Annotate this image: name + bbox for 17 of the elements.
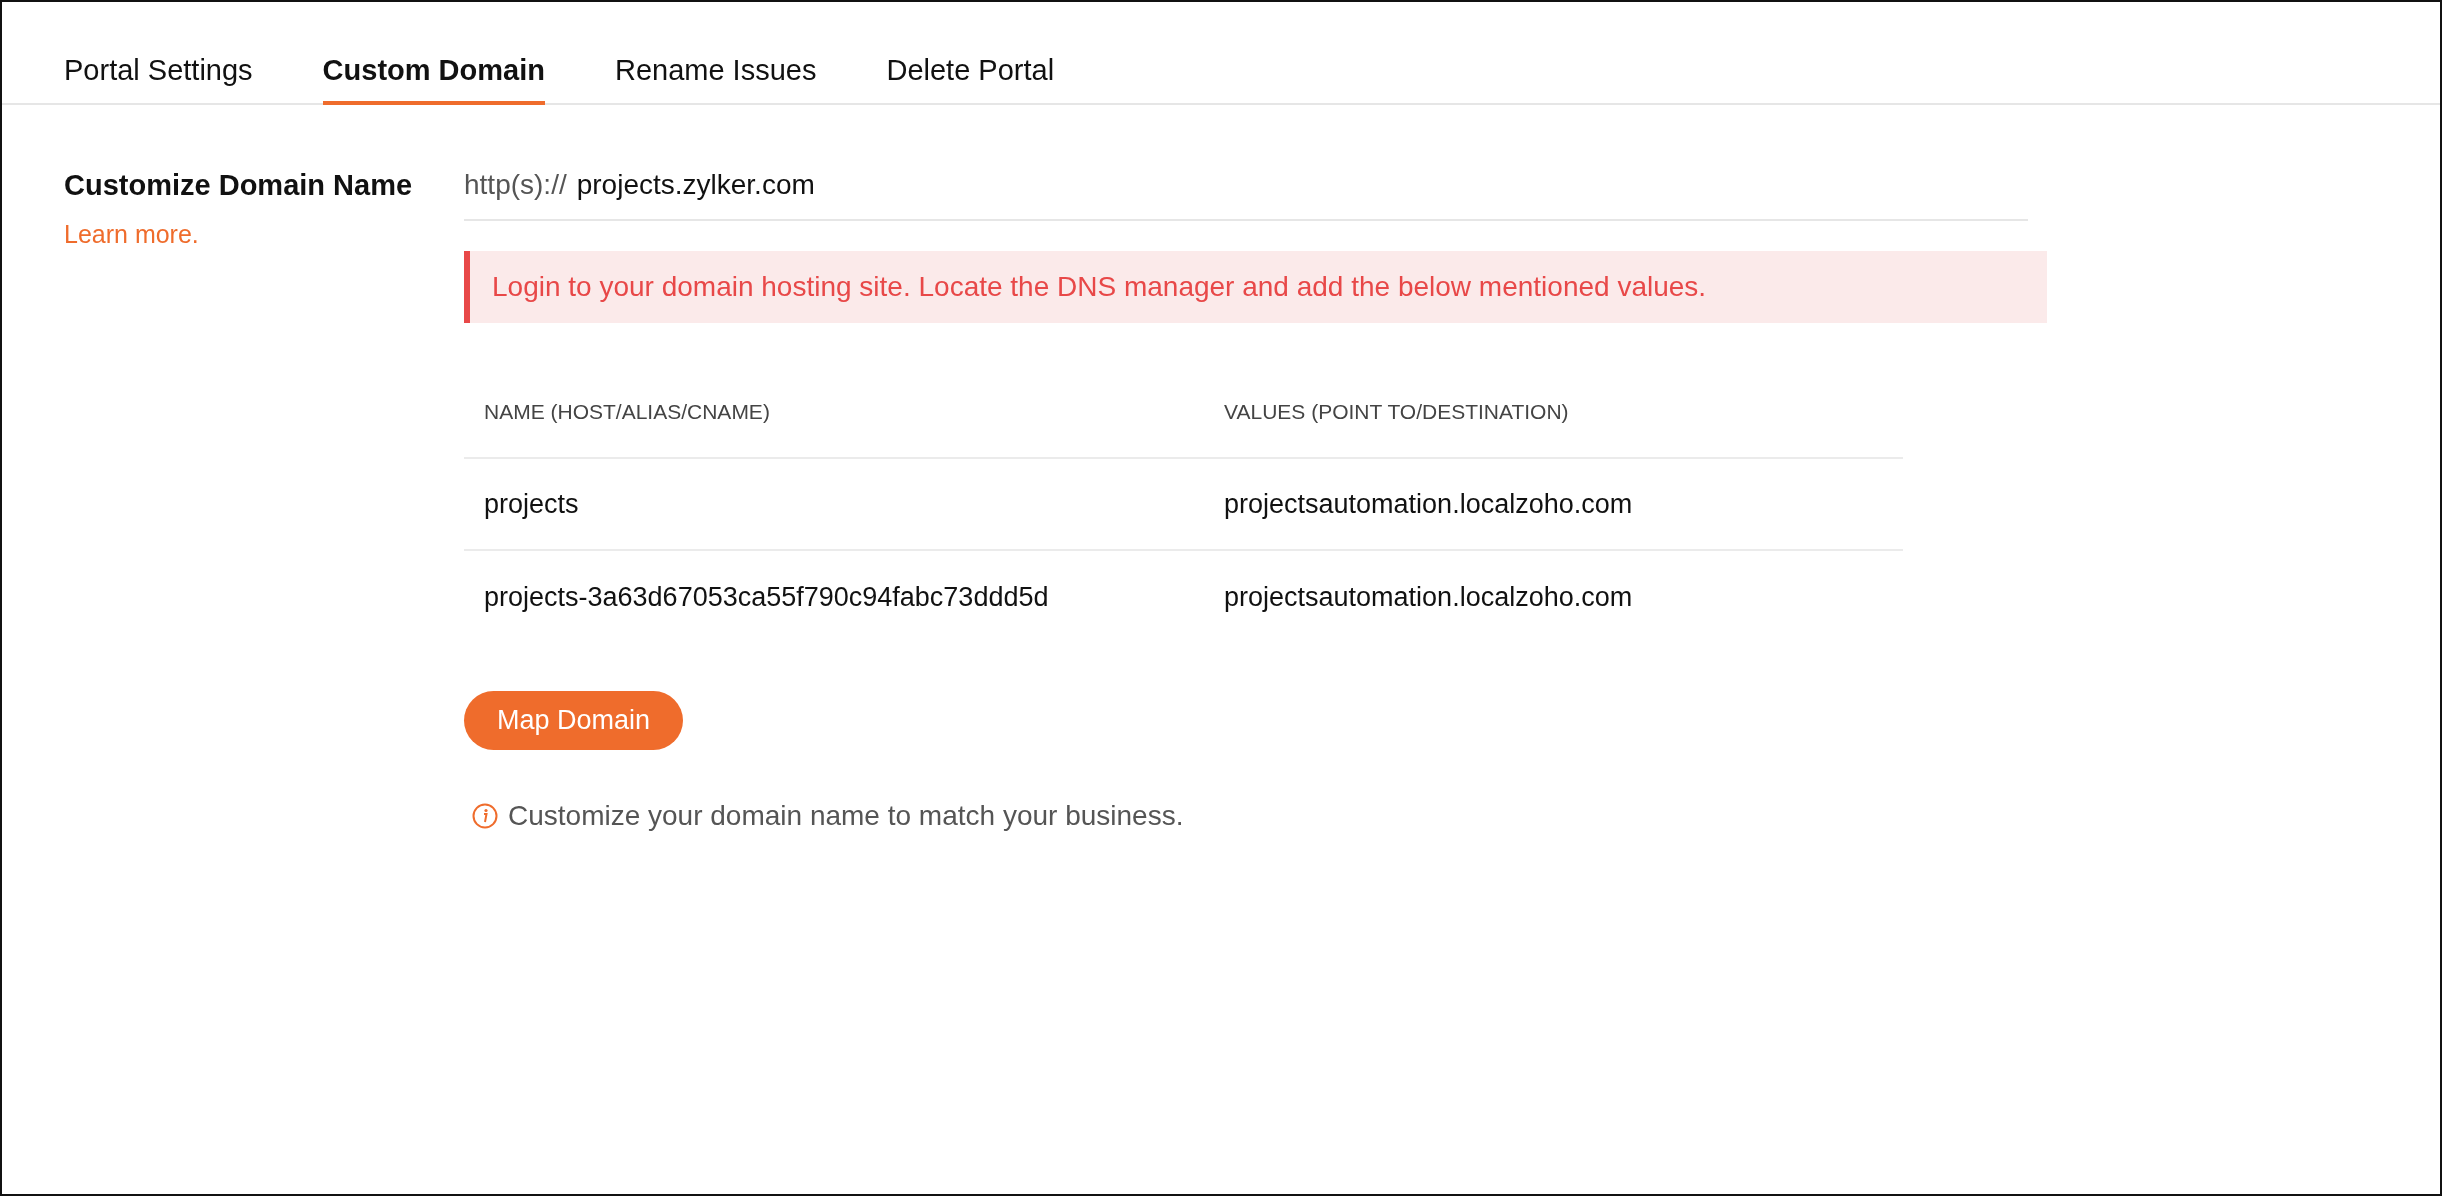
tab[interactable]: Custom Domain [322, 54, 545, 105]
table-cell-text: projects [483, 488, 580, 520]
column-header: NAME (HOST/ALIAS/CNAME) [483, 400, 771, 424]
tab[interactable]: Portal Settings [64, 54, 253, 105]
info-icon [472, 803, 498, 829]
tab[interactable]: Delete Portal [886, 54, 1055, 105]
table-cell-text: projectsautomation.localzoho.com [1223, 581, 1634, 613]
table-cell-text: projectsautomation.localzoho.com [1223, 488, 1634, 520]
hint-text: Customize your domain name to match your business. [508, 800, 1184, 832]
section-title: Customize Domain Name [64, 169, 414, 202]
tab[interactable]: Rename Issues [614, 54, 817, 105]
table-cell-text: projects-3a63d67053ca55f790c94fabc73ddd5d [483, 581, 1050, 613]
column-header: VALUES (POINT TO/DESTINATION) [1223, 400, 1570, 424]
alert-message: Login to your domain hosting site. Locate the DNS manager and add the below mentioned values. [464, 251, 2047, 323]
url-prefix: http(s):// [464, 169, 567, 201]
domain-value: projects.zylker.com [576, 169, 815, 201]
domain-input-field[interactable]: http(s):// projects.zylker.com [464, 169, 2028, 221]
